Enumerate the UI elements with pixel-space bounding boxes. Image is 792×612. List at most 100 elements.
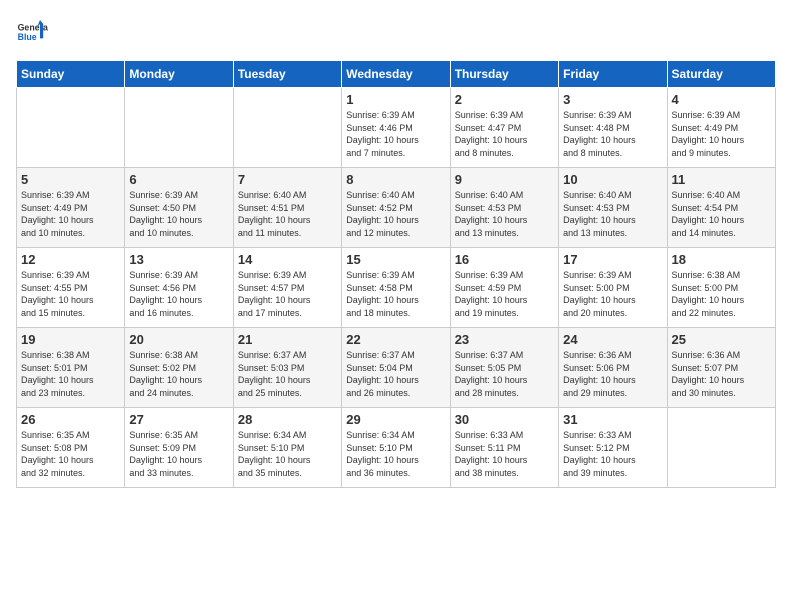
- day-cell: [667, 408, 775, 488]
- day-info: Sunrise: 6:39 AM Sunset: 4:55 PM Dayligh…: [21, 269, 120, 319]
- logo: General Blue: [16, 16, 48, 48]
- day-header-row: SundayMondayTuesdayWednesdayThursdayFrid…: [17, 61, 776, 88]
- day-cell: 31Sunrise: 6:33 AM Sunset: 5:12 PM Dayli…: [559, 408, 667, 488]
- day-cell: 15Sunrise: 6:39 AM Sunset: 4:58 PM Dayli…: [342, 248, 450, 328]
- day-info: Sunrise: 6:37 AM Sunset: 5:03 PM Dayligh…: [238, 349, 337, 399]
- day-cell: 14 Sunrise: 6:39 AM Sunset: 4:57 PM Dayli…: [233, 248, 341, 328]
- day-info: Sunrise: 6:37 AM Sunset: 5:05 PM Dayligh…: [455, 349, 554, 399]
- day-info: Sunrise: 6:33 AM Sunset: 5:11 PM Dayligh…: [455, 429, 554, 479]
- column-header-tuesday: Tuesday: [233, 61, 341, 88]
- week-row-1: 1 Sunrise: 6:39 AM Sunset: 4:46 PM Daylig…: [17, 88, 776, 168]
- day-number: 11: [672, 172, 771, 187]
- day-info: Sunrise: 6:35 AM Sunset: 5:08 PM Dayligh…: [21, 429, 120, 479]
- week-row-3: 12 Sunrise: 6:39 AM Sunset: 4:55 PM Dayli…: [17, 248, 776, 328]
- day-number: 12: [21, 252, 120, 267]
- day-number: 17: [563, 252, 662, 267]
- week-row-2: 5 Sunrise: 6:39 AM Sunset: 4:49 PM Daylig…: [17, 168, 776, 248]
- day-number: 7: [238, 172, 337, 187]
- calendar-table: SundayMondayTuesdayWednesdayThursdayFrid…: [16, 60, 776, 488]
- day-cell: 22 Sunrise: 6:37 AM Sunset: 5:04 PM Dayli…: [342, 328, 450, 408]
- day-info: Sunrise: 6:39 AM Sunset: 4:49 PM Dayligh…: [672, 109, 771, 159]
- day-cell: 24 Sunrise: 6:36 AM Sunset: 5:06 PM Dayli…: [559, 328, 667, 408]
- day-cell: 25Sunrise: 6:36 AM Sunset: 5:07 PM Dayli…: [667, 328, 775, 408]
- day-info: Sunrise: 6:35 AM Sunset: 5:09 PM Dayligh…: [129, 429, 228, 479]
- svg-text:Blue: Blue: [18, 32, 37, 42]
- day-cell: 17 Sunrise: 6:39 AM Sunset: 5:00 PM Dayli…: [559, 248, 667, 328]
- day-cell: 20Sunrise: 6:38 AM Sunset: 5:02 PM Dayli…: [125, 328, 233, 408]
- day-info: Sunrise: 6:39 AM Sunset: 4:57 PM Dayligh…: [238, 269, 337, 319]
- day-number: 21: [238, 332, 337, 347]
- day-cell: 30 Sunrise: 6:33 AM Sunset: 5:11 PM Dayli…: [450, 408, 558, 488]
- day-cell: 10 Sunrise: 6:40 AM Sunset: 4:53 PM Dayli…: [559, 168, 667, 248]
- day-cell: 27 Sunrise: 6:35 AM Sunset: 5:09 PM Dayli…: [125, 408, 233, 488]
- day-number: 1: [346, 92, 445, 107]
- day-info: Sunrise: 6:37 AM Sunset: 5:04 PM Dayligh…: [346, 349, 445, 399]
- day-cell: 21 Sunrise: 6:37 AM Sunset: 5:03 PM Dayli…: [233, 328, 341, 408]
- week-row-5: 26 Sunrise: 6:35 AM Sunset: 5:08 PM Dayli…: [17, 408, 776, 488]
- day-info: Sunrise: 6:39 AM Sunset: 4:58 PM Dayligh…: [346, 269, 445, 319]
- day-number: 9: [455, 172, 554, 187]
- day-number: 31: [563, 412, 662, 427]
- day-info: Sunrise: 6:39 AM Sunset: 4:49 PM Dayligh…: [21, 189, 120, 239]
- day-info: Sunrise: 6:40 AM Sunset: 4:53 PM Dayligh…: [455, 189, 554, 239]
- day-number: 10: [563, 172, 662, 187]
- day-cell: 2 Sunrise: 6:39 AM Sunset: 4:47 PM Daylig…: [450, 88, 558, 168]
- column-header-saturday: Saturday: [667, 61, 775, 88]
- day-cell: 4 Sunrise: 6:39 AM Sunset: 4:49 PM Daylig…: [667, 88, 775, 168]
- day-info: Sunrise: 6:36 AM Sunset: 5:07 PM Dayligh…: [672, 349, 771, 399]
- day-cell: 8Sunrise: 6:40 AM Sunset: 4:52 PM Daylig…: [342, 168, 450, 248]
- day-number: 20: [129, 332, 228, 347]
- day-info: Sunrise: 6:34 AM Sunset: 5:10 PM Dayligh…: [346, 429, 445, 479]
- day-info: Sunrise: 6:39 AM Sunset: 4:47 PM Dayligh…: [455, 109, 554, 159]
- svg-text:General: General: [18, 22, 48, 32]
- day-number: 14: [238, 252, 337, 267]
- day-number: 2: [455, 92, 554, 107]
- day-number: 3: [563, 92, 662, 107]
- column-header-monday: Monday: [125, 61, 233, 88]
- day-cell: 13 Sunrise: 6:39 AM Sunset: 4:56 PM Dayli…: [125, 248, 233, 328]
- day-cell: 19 Sunrise: 6:38 AM Sunset: 5:01 PM Dayli…: [17, 328, 125, 408]
- day-cell: [125, 88, 233, 168]
- column-header-sunday: Sunday: [17, 61, 125, 88]
- day-number: 22: [346, 332, 445, 347]
- day-cell: 12 Sunrise: 6:39 AM Sunset: 4:55 PM Dayli…: [17, 248, 125, 328]
- day-info: Sunrise: 6:39 AM Sunset: 4:46 PM Dayligh…: [346, 109, 445, 159]
- day-cell: 26 Sunrise: 6:35 AM Sunset: 5:08 PM Dayli…: [17, 408, 125, 488]
- day-cell: 5 Sunrise: 6:39 AM Sunset: 4:49 PM Daylig…: [17, 168, 125, 248]
- day-cell: 23 Sunrise: 6:37 AM Sunset: 5:05 PM Dayli…: [450, 328, 558, 408]
- day-number: 16: [455, 252, 554, 267]
- day-number: 19: [21, 332, 120, 347]
- day-info: Sunrise: 6:38 AM Sunset: 5:01 PM Dayligh…: [21, 349, 120, 399]
- day-info: Sunrise: 6:38 AM Sunset: 5:00 PM Dayligh…: [672, 269, 771, 319]
- day-number: 6: [129, 172, 228, 187]
- day-number: 30: [455, 412, 554, 427]
- day-cell: 1 Sunrise: 6:39 AM Sunset: 4:46 PM Daylig…: [342, 88, 450, 168]
- day-info: Sunrise: 6:36 AM Sunset: 5:06 PM Dayligh…: [563, 349, 662, 399]
- day-number: 23: [455, 332, 554, 347]
- day-number: 28: [238, 412, 337, 427]
- day-number: 27: [129, 412, 228, 427]
- day-info: Sunrise: 6:39 AM Sunset: 4:48 PM Dayligh…: [563, 109, 662, 159]
- day-cell: 7 Sunrise: 6:40 AM Sunset: 4:51 PM Daylig…: [233, 168, 341, 248]
- day-cell: 16 Sunrise: 6:39 AM Sunset: 4:59 PM Dayli…: [450, 248, 558, 328]
- day-cell: 6Sunrise: 6:39 AM Sunset: 4:50 PM Daylig…: [125, 168, 233, 248]
- column-header-friday: Friday: [559, 61, 667, 88]
- day-info: Sunrise: 6:40 AM Sunset: 4:54 PM Dayligh…: [672, 189, 771, 239]
- day-number: 26: [21, 412, 120, 427]
- day-info: Sunrise: 6:39 AM Sunset: 4:59 PM Dayligh…: [455, 269, 554, 319]
- day-info: Sunrise: 6:40 AM Sunset: 4:53 PM Dayligh…: [563, 189, 662, 239]
- day-cell: 3 Sunrise: 6:39 AM Sunset: 4:48 PM Daylig…: [559, 88, 667, 168]
- day-info: Sunrise: 6:40 AM Sunset: 4:51 PM Dayligh…: [238, 189, 337, 239]
- day-number: 4: [672, 92, 771, 107]
- day-number: 29: [346, 412, 445, 427]
- day-info: Sunrise: 6:39 AM Sunset: 5:00 PM Dayligh…: [563, 269, 662, 319]
- day-number: 13: [129, 252, 228, 267]
- column-header-wednesday: Wednesday: [342, 61, 450, 88]
- day-number: 24: [563, 332, 662, 347]
- day-info: Sunrise: 6:34 AM Sunset: 5:10 PM Dayligh…: [238, 429, 337, 479]
- column-header-thursday: Thursday: [450, 61, 558, 88]
- day-info: Sunrise: 6:39 AM Sunset: 4:56 PM Dayligh…: [129, 269, 228, 319]
- week-row-4: 19 Sunrise: 6:38 AM Sunset: 5:01 PM Dayli…: [17, 328, 776, 408]
- day-number: 8: [346, 172, 445, 187]
- day-number: 5: [21, 172, 120, 187]
